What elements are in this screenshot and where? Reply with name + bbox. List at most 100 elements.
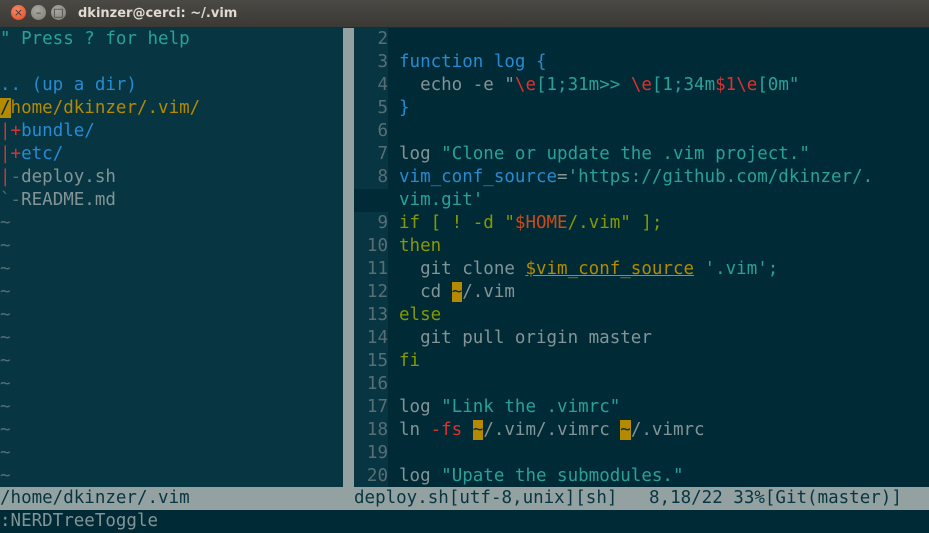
line-number: 14 xyxy=(354,327,388,350)
line-number: 12 xyxy=(354,281,388,304)
code-line: 12 cd ~/.vim xyxy=(354,281,929,304)
line-number: 20 xyxy=(354,465,388,487)
maximize-button[interactable]: □ xyxy=(51,5,66,20)
root-path: home/dkinzer/.vim/ xyxy=(10,98,201,118)
code-line: 9 if [ ! -d "$HOME/.vim" ]; xyxy=(354,212,929,235)
code-line: 4 echo -e "\e[1;31m>> \e[1;34m$1\e[0m" xyxy=(354,74,929,97)
code-text: log "Upate the submodules." xyxy=(399,465,683,487)
line-number: 5 xyxy=(354,97,388,120)
vim-terminal[interactable]: " Press ? for help .. (up a dir) /home/d… xyxy=(0,28,929,533)
window-title: dkinzer@cerci: ~/.vim xyxy=(78,6,238,21)
line-number: 7 xyxy=(354,143,388,166)
root-dir[interactable]: /home/dkinzer/.vim/ xyxy=(0,97,343,120)
dir-marker: + xyxy=(10,121,22,141)
code-line: 14 git pull origin master xyxy=(354,327,929,350)
string-token: vim.git' xyxy=(399,190,484,210)
code-token: /.vim/.vimrc xyxy=(483,420,621,440)
line-number: 19 xyxy=(354,442,388,465)
empty-line-tilde: ~ xyxy=(0,328,11,348)
command-line[interactable]: :NERDTreeToggle xyxy=(0,510,929,533)
line-number: 13 xyxy=(354,304,388,327)
tree-item-label: bundle/ xyxy=(21,121,95,141)
terminal-window: × – □ dkinzer@cerci: ~/.vim " Press ? fo… xyxy=(0,0,929,533)
code-token: /.vim" ]; xyxy=(567,213,663,233)
code-text: function log { xyxy=(399,51,547,74)
line-number: 15 xyxy=(354,350,388,373)
tree-item-label: etc/ xyxy=(21,144,64,164)
line-number: 3 xyxy=(354,51,388,74)
string-token: "Link the .vimrc" xyxy=(441,397,621,417)
code-line: 13 else xyxy=(354,304,929,327)
line-number: 18 xyxy=(354,419,388,442)
code-line: 20 log "Upate the submodules." xyxy=(354,465,929,487)
string-token: "Upate the submodules." xyxy=(441,466,684,486)
line-number: 8 xyxy=(354,166,388,189)
tree-branch: | xyxy=(0,167,11,187)
string-token: '.vim'; xyxy=(694,259,779,279)
empty-line-tilde: ~ xyxy=(0,351,11,371)
cursor: / xyxy=(0,98,11,118)
code-text: cd ~/.vim xyxy=(399,281,515,304)
code-text: vim_conf_source='https://github.com/dkin… xyxy=(399,166,873,189)
code-token: if [ ! -d " xyxy=(399,213,515,233)
file-marker: - xyxy=(10,167,22,187)
code-line: 5} xyxy=(354,97,929,120)
line-number: 16 xyxy=(354,373,388,396)
code-text: git clone $vim_conf_source '.vim'; xyxy=(399,258,778,281)
code-line: 19 xyxy=(354,442,929,465)
tilde-highlight: ~ xyxy=(451,282,463,302)
tilde-highlight: ~ xyxy=(472,420,484,440)
code-line: 17 log "Link the .vimrc" xyxy=(354,396,929,419)
empty-line-tilde: ~ xyxy=(0,466,11,486)
code-token: git clone xyxy=(399,259,526,279)
editor-statusline: deploy.sh[utf-8,unix][sh] 8,18/22 33%[Gi… xyxy=(354,487,929,510)
string-token: [1;31m>> xyxy=(535,75,631,95)
empty-line-tilde: ~ xyxy=(0,236,11,256)
nerdtree-pane[interactable]: " Press ? for help .. (up a dir) /home/d… xyxy=(0,28,343,487)
escape-token: \e xyxy=(736,75,758,95)
tree-item-deploy[interactable]: |-deploy.sh xyxy=(0,166,343,189)
code-token: = xyxy=(557,167,568,187)
tree-branch: | xyxy=(0,144,11,164)
code-line: 18 ln -fs ~/.vim/.vimrc ~/.vimrc xyxy=(354,419,929,442)
empty-line-tilde: ~ xyxy=(0,259,11,279)
variable-token: vim_conf_source xyxy=(399,167,558,187)
code-line: 2 xyxy=(354,28,929,51)
up-dir-link[interactable]: .. (up a dir) xyxy=(0,74,343,97)
code-token: log xyxy=(399,466,442,486)
code-text: } xyxy=(399,98,410,118)
code-text: fi xyxy=(399,351,421,371)
vertical-split-separator[interactable] xyxy=(343,28,354,487)
editor-pane[interactable]: 2 3 function log { 4 echo -e "\e[1;31m>> … xyxy=(354,28,929,487)
tree-item-label: deploy.sh xyxy=(21,167,116,187)
close-button[interactable]: × xyxy=(11,5,26,20)
nerdtree-statusline: /home/dkinzer/.vim xyxy=(0,487,343,510)
string-token: [1;34m xyxy=(651,75,716,95)
code-line: 3 function log { xyxy=(354,51,929,74)
title-bar: × – □ dkinzer@cerci: ~/.vim xyxy=(0,0,929,28)
line-number: 4 xyxy=(354,74,388,97)
variable-token: $vim_conf_source xyxy=(525,259,695,279)
tree-item-label: README.md xyxy=(21,190,116,210)
tree-item-etc[interactable]: |+etc/ xyxy=(0,143,343,166)
code-line: 11 git clone $vim_conf_source '.vim'; xyxy=(354,258,929,281)
tree-item-bundle[interactable]: |+bundle/ xyxy=(0,120,343,143)
code-line: 15 fi xyxy=(354,350,929,373)
minimize-button[interactable]: – xyxy=(31,5,46,20)
code-line: 7 log "Clone or update the .vim project." xyxy=(354,143,929,166)
code-token: /.vim xyxy=(462,282,515,302)
code-line: 8 vim_conf_source='https://github.com/dki… xyxy=(354,166,929,189)
code-text: else xyxy=(399,305,442,325)
empty-line-tilde: ~ xyxy=(0,213,11,233)
code-token: cd xyxy=(399,282,452,302)
tree-item-readme[interactable]: `-README.md xyxy=(0,189,343,212)
flag-token: -fs xyxy=(430,420,463,440)
code-line: 6 xyxy=(354,120,929,143)
code-token: ln xyxy=(399,420,431,440)
code-text: log "Clone or update the .vim project." xyxy=(399,143,810,166)
code-text: echo -e "\e[1;31m>> \e[1;34m$1\e[0m" xyxy=(399,74,799,97)
string-token: "Clone or update the .vim project." xyxy=(441,144,810,164)
line-number: 6 xyxy=(354,120,388,143)
line-number: 10 xyxy=(354,235,388,258)
